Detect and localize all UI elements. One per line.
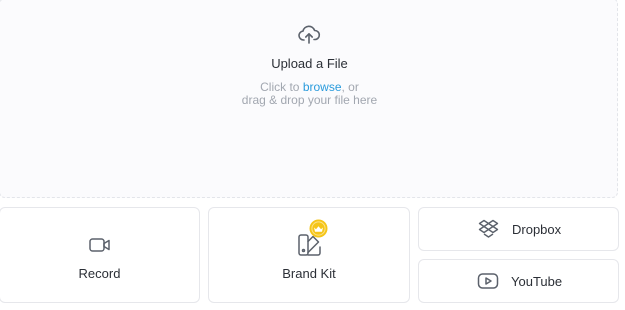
crown-badge-icon bbox=[309, 219, 328, 238]
upload-hint-line2: drag & drop your file here bbox=[241, 93, 378, 107]
upload-dropzone[interactable]: Upload a File Click to browse, or drag &… bbox=[0, 0, 618, 198]
brand-kit-button[interactable]: Brand Kit bbox=[208, 207, 410, 303]
brand-kit-label: Brand Kit bbox=[282, 266, 336, 281]
upload-hint-prefix: Click to bbox=[260, 80, 303, 94]
youtube-label: YouTube bbox=[511, 274, 563, 289]
browse-link[interactable]: browse bbox=[303, 80, 342, 94]
dropbox-button[interactable]: Dropbox bbox=[418, 207, 619, 251]
upload-title: Upload a File bbox=[271, 56, 348, 71]
upload-hint-suffix: , or bbox=[341, 80, 359, 94]
dropbox-label: Dropbox bbox=[512, 222, 562, 237]
youtube-icon bbox=[477, 272, 499, 290]
dropbox-icon bbox=[478, 219, 499, 239]
record-label: Record bbox=[78, 266, 121, 281]
cloud-upload-icon bbox=[297, 22, 321, 46]
record-button[interactable]: Record bbox=[0, 207, 200, 303]
upload-hint: Click to browse, or drag & drop your fil… bbox=[0, 81, 619, 107]
youtube-button[interactable]: YouTube bbox=[418, 259, 619, 303]
video-camera-icon bbox=[88, 233, 112, 257]
